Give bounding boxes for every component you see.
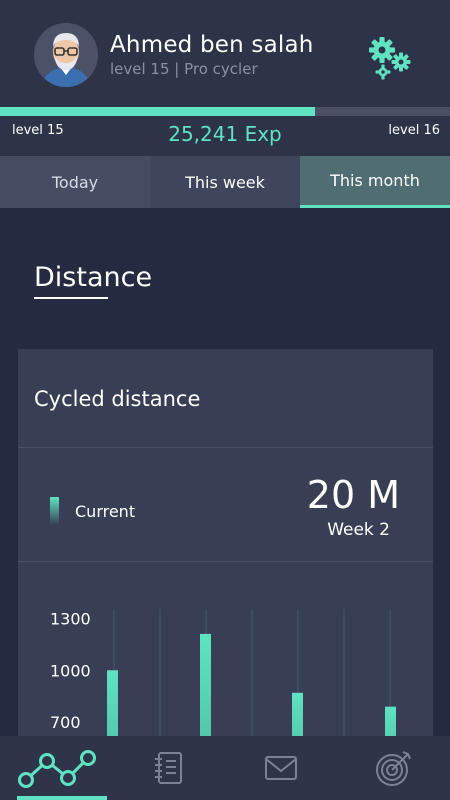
gear-icon: [369, 37, 411, 80]
xp-progress-fill: [0, 107, 315, 116]
notebook-icon: [154, 752, 182, 784]
avatar-image: [34, 23, 98, 87]
y-tick-label: 700: [50, 713, 81, 732]
nav-routes[interactable]: [0, 736, 113, 800]
xp-progress-bar: [0, 107, 450, 116]
profile-header: Ahmed ben salah level 15 | Pro cycler le…: [0, 0, 450, 156]
route-icon: [18, 750, 97, 788]
user-level-subtitle: level 15 | Pro cycler: [110, 60, 258, 78]
nav-active-indicator: [17, 796, 107, 800]
card-divider: [18, 447, 433, 448]
bottom-navigation: [0, 736, 450, 800]
next-level-label: level 16: [388, 123, 440, 138]
avatar[interactable]: [34, 23, 98, 87]
nav-journal[interactable]: [113, 736, 226, 800]
nav-goals[interactable]: [338, 736, 450, 800]
xp-value: 25,241 Exp: [168, 122, 282, 146]
mail-icon: [265, 756, 298, 780]
distance-card: Cycled distance Current 20 M Week 2 700 1…: [18, 349, 433, 769]
period-tabs: Today This week This month: [0, 156, 450, 208]
legend-swatch: [50, 497, 59, 525]
distance-value: 20 M: [306, 473, 400, 517]
tab-this-week[interactable]: This week: [150, 156, 300, 208]
user-name: Ahmed ben salah: [110, 32, 314, 58]
target-icon: [375, 751, 411, 786]
tab-this-month[interactable]: This month: [300, 156, 450, 208]
legend-label: Current: [75, 502, 136, 521]
nav-messages[interactable]: [225, 736, 338, 800]
card-title: Cycled distance: [34, 387, 201, 411]
tab-today[interactable]: Today: [0, 156, 150, 208]
settings-button[interactable]: [366, 34, 414, 80]
y-tick-label: 1000: [50, 661, 91, 680]
week-label: Week 2: [327, 520, 390, 540]
y-tick-label: 1300: [50, 609, 91, 628]
section-title-underline: [34, 297, 108, 299]
section-title: Distance: [34, 262, 153, 293]
